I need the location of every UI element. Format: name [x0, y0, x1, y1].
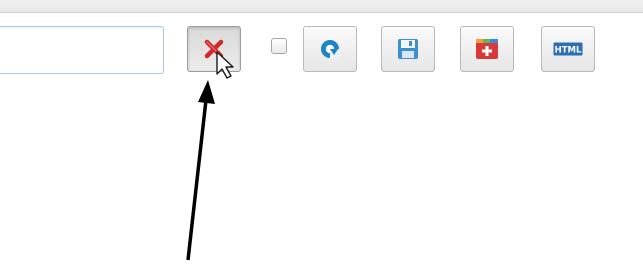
checkbox[interactable]	[271, 38, 287, 54]
html-button[interactable]: HTML	[541, 26, 595, 72]
search-input[interactable]	[0, 26, 164, 74]
refresh-button[interactable]	[303, 26, 357, 72]
save-button[interactable]	[381, 26, 435, 72]
top-bar	[0, 0, 643, 13]
html-icon-label: HTML	[555, 46, 582, 56]
add-icon	[475, 38, 499, 60]
add-button[interactable]	[460, 26, 514, 72]
refresh-icon	[318, 37, 342, 61]
annotation-arrow	[186, 80, 215, 261]
html-icon: HTML	[553, 42, 583, 56]
floppy-disk-icon	[397, 38, 419, 60]
remove-button[interactable]	[187, 26, 241, 72]
red-x-icon	[202, 37, 226, 61]
